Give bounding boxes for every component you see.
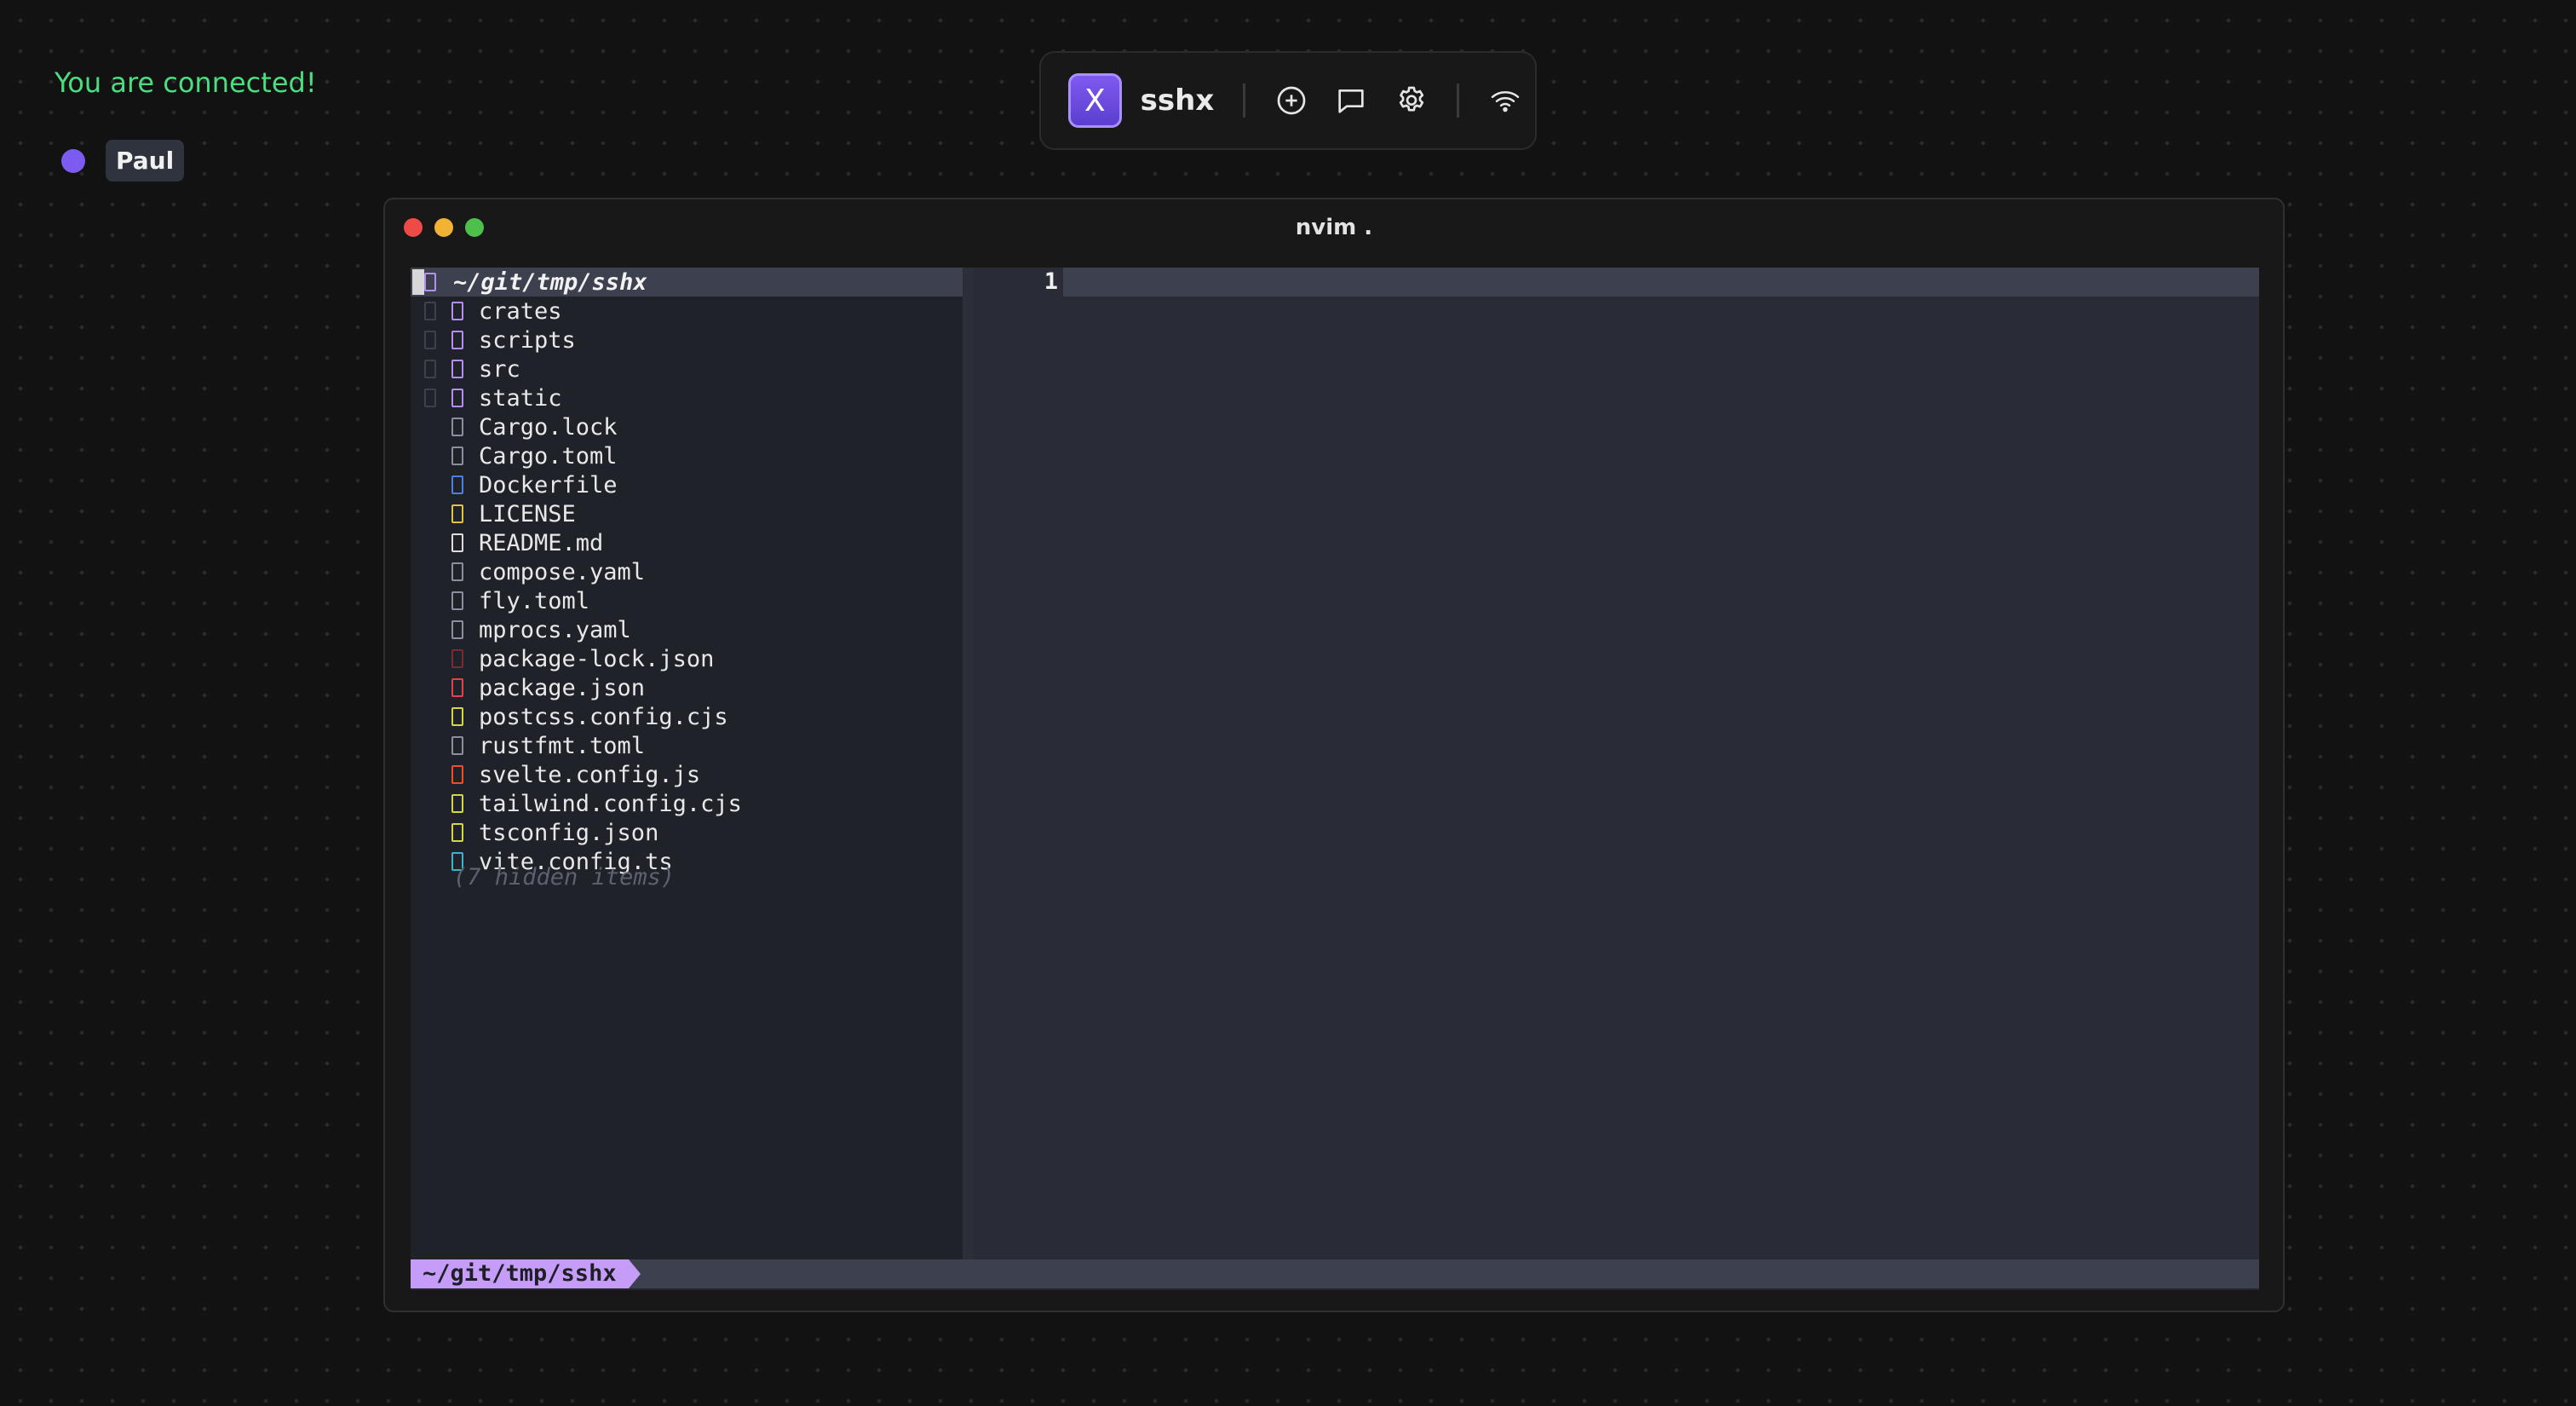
tree-file-row[interactable]: LICENSE (411, 499, 963, 528)
tree-item-name: Dockerfile (479, 471, 618, 498)
user-presence: Paul (61, 140, 185, 182)
connection-status: You are connected! (55, 66, 317, 99)
tree-file-row[interactable]: postcss.config.cjs (411, 702, 963, 731)
fold-indicator-icon[interactable] (424, 389, 436, 407)
hidden-items-note: (7 hidden items) (453, 864, 676, 890)
tree-folder-row[interactable]: static (411, 383, 963, 412)
plus-circle-icon (1277, 86, 1305, 115)
tree-file-row[interactable]: package.json (411, 673, 963, 702)
tree-item-name: tsconfig.json (479, 819, 659, 846)
chat-icon (1338, 89, 1364, 113)
terminal-cursor (412, 269, 424, 295)
window-titlebar[interactable]: nvim . (385, 199, 2283, 257)
tree-item-name: Cargo.lock (479, 413, 618, 441)
tree-file-row[interactable]: Cargo.toml (411, 441, 963, 470)
statusline-separator (629, 1259, 641, 1288)
file-icon (451, 447, 463, 465)
tree-file-row[interactable]: tailwind.config.cjs (411, 789, 963, 818)
tree-item-name: LICENSE (479, 500, 576, 527)
tree-file-row[interactable]: Cargo.lock (411, 412, 963, 441)
status-line: ~/git/tmp/sshx (411, 1259, 2259, 1288)
tree-file-row[interactable]: rustfmt.toml (411, 731, 963, 760)
toolbar-divider (1243, 84, 1246, 118)
file-icon (451, 533, 463, 552)
pane-divider[interactable] (963, 268, 973, 1259)
line-number: 1 (973, 268, 1058, 297)
tree-file-row[interactable]: README.md (411, 528, 963, 557)
folder-icon (451, 302, 463, 320)
file-icon (451, 823, 463, 842)
tree-item-name: README.md (479, 529, 604, 556)
file-icon (451, 794, 463, 813)
statusline-path: ~/git/tmp/sshx (411, 1259, 629, 1288)
tree-item-name: fly.toml (479, 587, 590, 614)
file-icon (451, 649, 463, 668)
file-icon (451, 475, 463, 494)
file-icon (451, 707, 463, 726)
fold-indicator-icon[interactable] (424, 302, 436, 320)
wifi-icon (1491, 90, 1519, 112)
toolbar-divider (1457, 84, 1460, 118)
tree-file-row[interactable]: mprocs.yaml (411, 615, 963, 644)
app-logo[interactable]: X (1068, 73, 1122, 128)
current-line-highlight (1063, 268, 2259, 297)
editor-line[interactable]: 1 (973, 268, 2259, 297)
fold-indicator-icon[interactable] (424, 360, 436, 378)
tree-item-name: mprocs.yaml (479, 616, 631, 643)
folder-icon (424, 273, 436, 291)
file-icon (451, 504, 463, 523)
tree-item-name: package.json (479, 674, 646, 701)
tree-item-name: svelte.config.js (479, 761, 701, 788)
user-name-label: Paul (106, 140, 185, 182)
new-terminal-button[interactable] (1268, 77, 1314, 124)
fold-indicator-icon[interactable] (424, 331, 436, 349)
tree-file-row[interactable]: package-lock.json (411, 644, 963, 673)
file-icon (451, 765, 463, 784)
file-icon (451, 736, 463, 755)
terminal-window[interactable]: nvim . ~/git/tmp/sshx crates scripts src st… (383, 198, 2285, 1312)
tree-item-name: src (479, 355, 520, 383)
file-icon (451, 678, 463, 697)
tree-folder-row[interactable]: src (411, 354, 963, 383)
tree-item-name: tailwind.config.cjs (479, 790, 742, 817)
file-icon (451, 591, 463, 610)
folder-icon (451, 331, 463, 349)
tree-item-name: Cargo.toml (479, 442, 618, 470)
tree-item-name: scripts (479, 326, 576, 354)
tree-folder-row[interactable]: scripts (411, 326, 963, 354)
tree-root-row[interactable]: ~/git/tmp/sshx (411, 268, 963, 297)
app-name: sshx (1140, 84, 1215, 118)
settings-button[interactable] (1389, 77, 1435, 124)
user-color-dot (61, 148, 85, 173)
gear-icon (1399, 86, 1424, 112)
editor-pane[interactable]: 1 (973, 268, 2259, 1259)
file-icon (451, 562, 463, 581)
folder-icon (451, 360, 463, 378)
tree-item-name: postcss.config.cjs (479, 703, 728, 730)
tree-item-name: compose.yaml (479, 558, 646, 585)
tree-item-name: rustfmt.toml (479, 732, 646, 759)
tree-file-row[interactable]: tsconfig.json (411, 818, 963, 847)
file-icon (451, 418, 463, 436)
terminal-screen[interactable]: ~/git/tmp/sshx crates scripts src static Car… (411, 268, 2259, 1290)
file-tree[interactable]: ~/git/tmp/sshx crates scripts src static Car… (411, 268, 963, 1259)
tree-folder-row[interactable]: crates (411, 297, 963, 326)
tree-file-row[interactable]: fly.toml (411, 586, 963, 615)
tree-root-path: ~/git/tmp/sshx (453, 268, 647, 296)
toolbar: X sshx (1039, 51, 1537, 150)
tree-item-name: package-lock.json (479, 645, 715, 672)
tree-file-row[interactable]: svelte.config.js (411, 760, 963, 789)
file-icon (451, 620, 463, 639)
chat-button[interactable] (1328, 77, 1375, 124)
tree-file-row[interactable]: Dockerfile (411, 470, 963, 499)
tree-file-row[interactable]: compose.yaml (411, 557, 963, 586)
tree-item-name: static (479, 384, 562, 412)
tree-item-name: crates (479, 297, 562, 325)
window-title: nvim . (1295, 215, 1373, 240)
folder-icon (451, 389, 463, 407)
network-status-button[interactable] (1481, 77, 1528, 124)
